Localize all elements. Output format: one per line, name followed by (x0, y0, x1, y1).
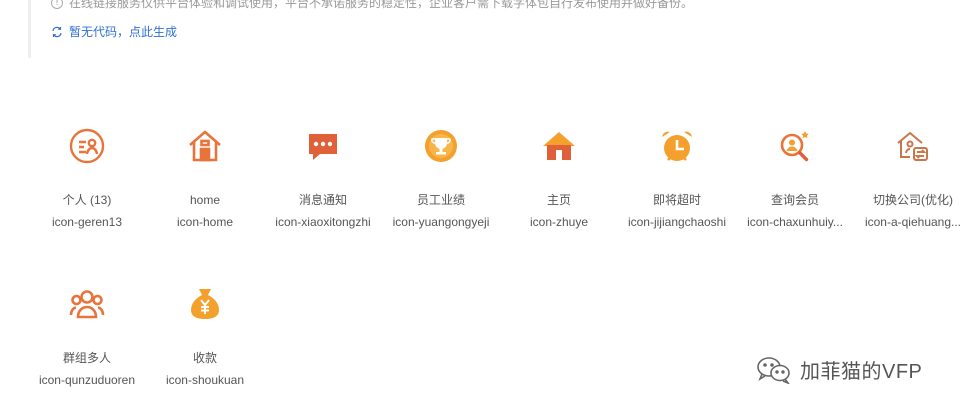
icon-code: icon-yuangongyeji (392, 215, 490, 229)
icon-item-qiehuangongsi[interactable]: 切换公司(优化) icon-a-qiehuang... (854, 112, 972, 270)
icon-code: icon-chaxunhuiy... (747, 215, 843, 229)
icon-item-home[interactable]: home icon-home (146, 112, 264, 270)
icon-label: 即将超时 (652, 193, 701, 207)
icon-item-geren13[interactable]: 个人 (13) icon-geren13 (28, 112, 146, 270)
icon-label: 个人 (13) (62, 193, 112, 207)
icon-label: home (189, 193, 221, 207)
person-card-icon (67, 126, 107, 166)
refresh-icon (51, 26, 63, 38)
info-icon: ! (51, 0, 63, 9)
watermark-text: 加菲猫的VFP (800, 361, 923, 383)
icon-code: icon-home (176, 215, 234, 229)
generate-code-link[interactable]: 暂无代码，点此生成 (51, 23, 177, 40)
icon-code: icon-shoukuan (165, 373, 245, 387)
icon-item-jijiangchaoshi[interactable]: 即将超时 icon-jijiangchaoshi (618, 112, 736, 270)
icon-label: 主页 (546, 193, 571, 207)
money-bag-icon (185, 284, 225, 324)
icon-item-chaxunhuiyuan[interactable]: 查询会员 icon-chaxunhuiy... (736, 112, 854, 270)
icon-item-zhuye[interactable]: 主页 icon-zhuye (500, 112, 618, 270)
notice-text: 在线链接服务仅供平台体验和调试使用，平台不承诺服务的稳定性，企业客户需下载字体包… (69, 0, 694, 10)
icon-code: icon-xiaoxitongzhi (275, 215, 371, 229)
icon-library-page: ! 在线链接服务仅供平台体验和调试使用，平台不承诺服务的稳定性，企业客户需下载字… (0, 0, 973, 414)
generate-code-label: 暂无代码，点此生成 (69, 25, 178, 39)
member-search-icon (775, 126, 815, 166)
wechat-logo-icon (756, 356, 792, 385)
icon-label: 收款 (192, 351, 217, 365)
notice: ! 在线链接服务仅供平台体验和调试使用，平台不承诺服务的稳定性，企业客户需下载字… (51, 0, 693, 11)
icon-label: 群组多人 (62, 351, 111, 365)
notice-panel: ! 在线链接服务仅供平台体验和调试使用，平台不承诺服务的稳定性，企业客户需下载字… (28, 0, 973, 58)
icon-item-xiaoxitongzhi[interactable]: 消息通知 icon-xiaoxitongzhi (264, 112, 382, 270)
watermark: 加菲猫的VFP (756, 355, 923, 385)
home-filled-icon (539, 126, 579, 166)
switch-company-icon (893, 126, 933, 166)
icon-item-qunzuduoren[interactable]: 群组多人 icon-qunzuduoren (28, 270, 146, 414)
icon-item-shoukuan[interactable]: 收款 icon-shoukuan (146, 270, 264, 414)
icon-label: 切换公司(优化) (873, 193, 953, 207)
icon-row: 群组多人 icon-qunzuduoren 收款 icon-shoukuan (28, 270, 973, 414)
alarm-clock-icon (657, 126, 697, 166)
icon-label: 员工业绩 (416, 193, 465, 207)
house-icon (185, 126, 225, 166)
group-icon (67, 284, 107, 324)
icon-label: 消息通知 (298, 193, 347, 207)
icon-item-yuangongyeji[interactable]: 员工业绩 icon-yuangongyeji (382, 112, 500, 270)
icon-code: icon-a-qiehuang... (864, 215, 962, 229)
icon-code: icon-qunzuduoren (38, 373, 136, 387)
icon-code: icon-jijiangchaoshi (627, 215, 727, 229)
chat-bubble-icon (303, 126, 343, 166)
icon-label: 查询会员 (770, 193, 819, 207)
icon-code: icon-geren13 (51, 215, 123, 229)
icon-code: icon-zhuye (529, 215, 589, 229)
trophy-icon (421, 126, 461, 166)
icon-row: 个人 (13) icon-geren13 home icon-home 消息通知… (28, 112, 973, 270)
